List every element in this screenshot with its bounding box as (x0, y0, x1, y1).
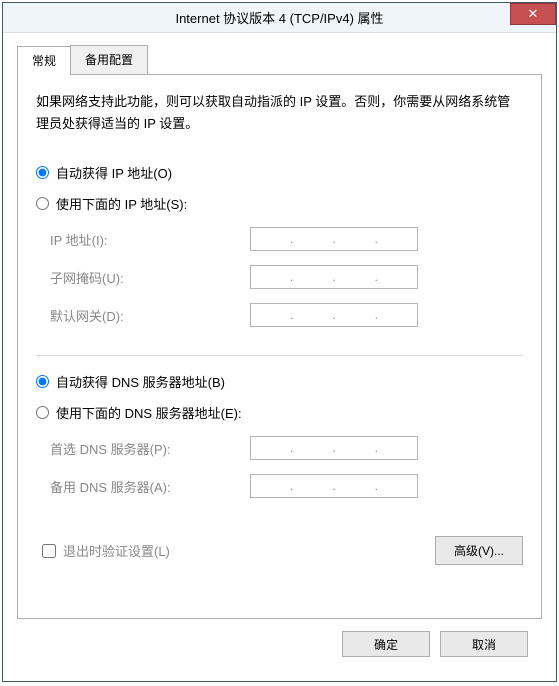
radio-dns-manual-label: 使用下面的 DNS 服务器地址(E): (56, 403, 242, 422)
properties-dialog: Internet 协议版本 4 (TCP/IPv4) 属性 ✕ 常规 备用配置 … (2, 2, 557, 682)
close-icon: ✕ (528, 6, 539, 22)
radio-ip-auto[interactable] (36, 166, 49, 179)
subnet-mask-label: 子网掩码(U): (50, 268, 250, 287)
tab-general[interactable]: 常规 (17, 46, 71, 75)
dns-auto-row[interactable]: 自动获得 DNS 服务器地址(B) (36, 372, 523, 391)
radio-dns-auto[interactable] (36, 375, 49, 388)
dns-fields: 首选 DNS 服务器(P): ... 备用 DNS 服务器(A): ... (50, 434, 523, 510)
content-area: 常规 备用配置 如果网络支持此功能，则可以获取自动指派的 IP 设置。否则，你需… (3, 33, 556, 681)
tab-panel-general: 如果网络支持此功能，则可以获取自动指派的 IP 设置。否则，你需要从网络系统管理… (17, 74, 542, 619)
ok-button[interactable]: 确定 (342, 631, 430, 657)
titlebar: Internet 协议版本 4 (TCP/IPv4) 属性 ✕ (3, 3, 556, 33)
bottom-row: 退出时验证设置(L) 高级(V)... (36, 536, 523, 565)
preferred-dns-label: 首选 DNS 服务器(P): (50, 439, 250, 458)
ip-manual-row[interactable]: 使用下面的 IP 地址(S): (36, 194, 523, 213)
radio-ip-auto-label: 自动获得 IP 地址(O) (56, 163, 172, 182)
validate-check-row[interactable]: 退出时验证设置(L) (42, 541, 170, 560)
ip-auto-row[interactable]: 自动获得 IP 地址(O) (36, 163, 523, 182)
default-gateway-label: 默认网关(D): (50, 306, 250, 325)
validate-checkbox[interactable] (42, 544, 56, 558)
description-text: 如果网络支持此功能，则可以获取自动指派的 IP 设置。否则，你需要从网络系统管理… (36, 91, 523, 135)
advanced-button[interactable]: 高级(V)... (435, 536, 523, 565)
ip-address-input[interactable]: ... (250, 227, 418, 251)
tab-strip: 常规 备用配置 (17, 45, 542, 74)
default-gateway-input[interactable]: ... (250, 303, 418, 327)
subnet-mask-input[interactable]: ... (250, 265, 418, 289)
alternate-dns-label: 备用 DNS 服务器(A): (50, 477, 250, 496)
radio-ip-manual-label: 使用下面的 IP 地址(S): (56, 194, 187, 213)
close-button[interactable]: ✕ (510, 3, 556, 25)
dialog-footer: 确定 取消 (17, 619, 542, 669)
radio-dns-manual[interactable] (36, 406, 49, 419)
window-title: Internet 协议版本 4 (TCP/IPv4) 属性 (3, 8, 556, 27)
preferred-dns-input[interactable]: ... (250, 436, 418, 460)
separator (36, 355, 523, 356)
validate-label: 退出时验证设置(L) (63, 541, 170, 560)
radio-ip-manual[interactable] (36, 197, 49, 210)
cancel-button[interactable]: 取消 (440, 631, 528, 657)
radio-dns-auto-label: 自动获得 DNS 服务器地址(B) (56, 372, 225, 391)
alternate-dns-input[interactable]: ... (250, 474, 418, 498)
ip-fields: IP 地址(I): ... 子网掩码(U): ... 默认网关(D): ... (50, 225, 523, 339)
dns-manual-row[interactable]: 使用下面的 DNS 服务器地址(E): (36, 403, 523, 422)
tab-alternate[interactable]: 备用配置 (70, 45, 148, 74)
ip-address-label: IP 地址(I): (50, 230, 250, 249)
